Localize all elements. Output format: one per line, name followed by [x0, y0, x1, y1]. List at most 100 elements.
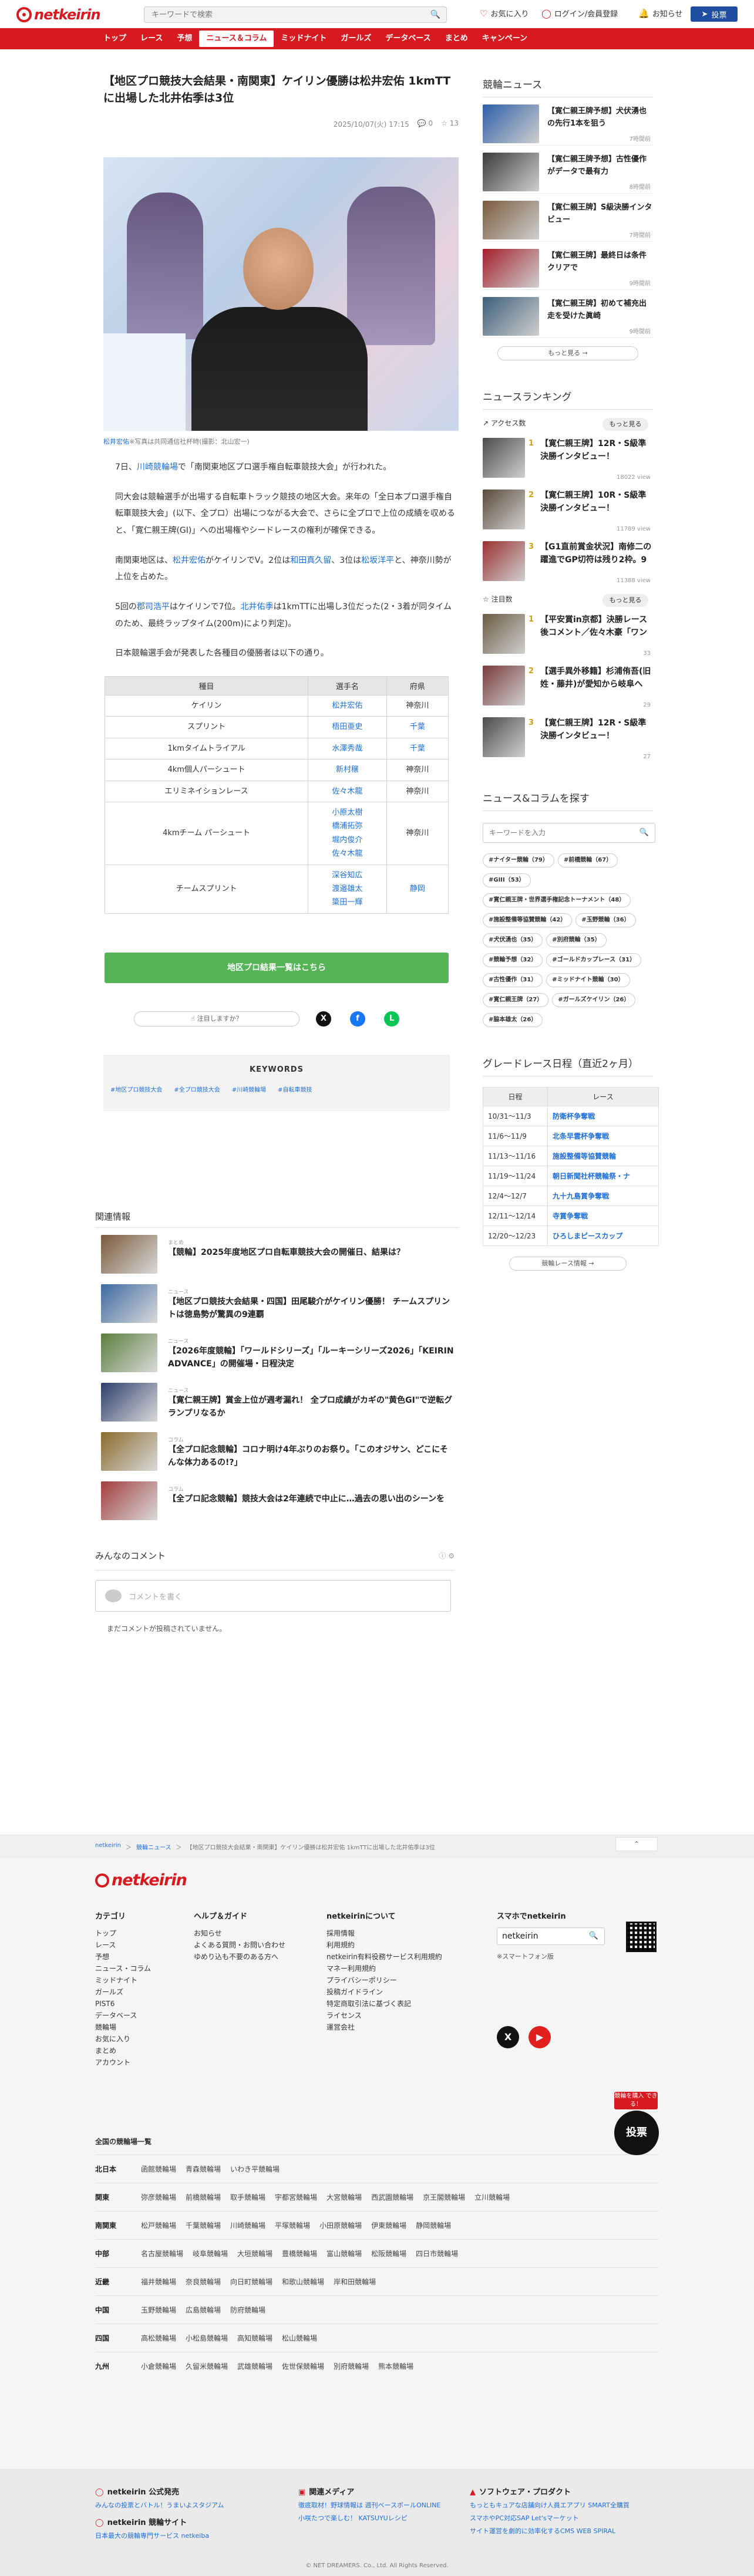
- footer-link[interactable]: アカウント: [95, 2057, 151, 2068]
- rank-item[interactable]: 3 【G1直前賞金状況】南修二の躍進でGP切符は残り2枠。9 11388 view: [483, 534, 653, 586]
- rank-item[interactable]: 1 【寛仁親王牌】12R・S級準決勝インタビュー！ 18022 view: [483, 431, 653, 482]
- tag-chip[interactable]: #ミッドナイト競輪（30）: [546, 973, 630, 987]
- venue-link[interactable]: 福井競輪場: [141, 2277, 176, 2287]
- venue-link[interactable]: 伊東競輪場: [371, 2220, 406, 2230]
- explore-search-input[interactable]: [483, 823, 630, 842]
- link-kawasaki[interactable]: 川崎競輪場: [137, 462, 178, 472]
- related-item[interactable]: ニュース 【2026年度競輪】「ワールドシリーズ」「ルーキーシリーズ2026」「K…: [95, 1328, 459, 1376]
- favorite-button[interactable]: ♡ お気に入り: [480, 8, 529, 19]
- footer-link[interactable]: 特定商取引法に基づく表記: [326, 1998, 442, 2010]
- footer-link[interactable]: ライセンス: [326, 2010, 442, 2021]
- venue-link[interactable]: 静岡競輪場: [416, 2220, 451, 2230]
- footer-link[interactable]: 投稿ガイドライン: [326, 1986, 442, 1998]
- footer-logo[interactable]: netkeirin: [95, 1871, 187, 1889]
- venue-link[interactable]: 宇都宮競輪場: [275, 2192, 317, 2202]
- results-list-button[interactable]: 地区プロ結果一覧はこちら: [105, 952, 449, 983]
- x-share-icon[interactable]: X: [316, 1011, 331, 1027]
- nav-prediction[interactable]: 予想: [170, 28, 199, 49]
- player-link[interactable]: 梧田亜史: [311, 720, 384, 734]
- facebook-share-icon[interactable]: f: [350, 1011, 365, 1027]
- venue-link[interactable]: 高知競輪場: [237, 2333, 272, 2343]
- venue-link[interactable]: 松戸競輪場: [141, 2220, 176, 2230]
- grade-race-link[interactable]: 防衛杯争奪戦: [547, 1106, 659, 1126]
- tag-chip[interactable]: #犬伏湧也（35）: [483, 933, 543, 947]
- footer-link[interactable]: PIST6: [95, 1998, 151, 2010]
- grade-more-button[interactable]: 競輪レース情報 →: [509, 1257, 627, 1271]
- tag-chip[interactable]: #GIII（53）: [483, 873, 531, 887]
- comment-count[interactable]: 💬 0: [418, 119, 433, 129]
- nav-top[interactable]: トップ: [96, 28, 133, 49]
- venue-link[interactable]: 熊本競輪場: [378, 2361, 413, 2371]
- tag-chip[interactable]: #寛仁親王牌（27）: [483, 993, 549, 1007]
- player-link[interactable]: 簗田一輝: [311, 896, 384, 909]
- search-icon[interactable]: 🔍: [639, 828, 649, 837]
- search-icon[interactable]: 🔍: [430, 10, 440, 19]
- pref-cell[interactable]: 千葉: [386, 716, 449, 738]
- tag-chip[interactable]: #寛仁親王牌・世界選手権記念トーナメント（48）: [483, 893, 631, 907]
- grade-race-link[interactable]: 施設整備等協賛競輪: [547, 1146, 659, 1166]
- player-link[interactable]: 新村穣: [311, 763, 384, 776]
- breadcrumb-home[interactable]: netkeirin: [95, 1842, 121, 1851]
- tag-chip[interactable]: #競輪予想（32）: [483, 953, 543, 967]
- venue-link[interactable]: 西武園競輪場: [371, 2192, 413, 2202]
- link-kitai[interactable]: 北井佑季: [241, 602, 274, 612]
- footer-link[interactable]: プライバシーポリシー: [326, 1974, 442, 1986]
- tag-chip[interactable]: #ゴールドカップレース（31）: [546, 953, 642, 967]
- grade-race-link[interactable]: 北条早雲杯争奪戦: [547, 1126, 659, 1146]
- player-link[interactable]: 渡邉雄太: [311, 882, 384, 896]
- venue-link[interactable]: 豊橋競輪場: [282, 2248, 317, 2258]
- venue-link[interactable]: 弥彦競輪場: [141, 2192, 176, 2202]
- keyword-tag[interactable]: #全プロ競技大会: [174, 1085, 220, 1093]
- nav-midnight[interactable]: ミッドナイト: [274, 28, 334, 49]
- access-more-button[interactable]: もっと見る: [602, 418, 648, 431]
- breadcrumb-news[interactable]: 競輪ニュース: [136, 1842, 171, 1851]
- rank-item[interactable]: 2 【選手異外移籍】杉浦侑吾(旧姓・藤井)が愛知から岐阜へ 29: [483, 659, 653, 710]
- player-link[interactable]: 佐々木龍: [311, 847, 384, 860]
- software-link[interactable]: スマホやPC対応SAP Let'sマーケット: [470, 2512, 630, 2525]
- venue-link[interactable]: 青森競輪場: [186, 2164, 221, 2174]
- footer-link[interactable]: 競輪場: [95, 2021, 151, 2033]
- official2-link[interactable]: 日本最大の競輪専門サービス netkeiba: [95, 2530, 224, 2543]
- tag-chip[interactable]: #脇本雄太（26）: [483, 1013, 543, 1027]
- venue-link[interactable]: 防府競輪場: [230, 2305, 265, 2315]
- news-item[interactable]: 【寛仁親王牌】最終日は条件クリアで 9時間前: [483, 242, 653, 290]
- venue-link[interactable]: 京王閣競輪場: [423, 2192, 465, 2202]
- venue-link[interactable]: 平塚競輪場: [275, 2220, 310, 2230]
- related-item[interactable]: ニュース 【寛仁親王牌】賞金上位が週考漏れ！ 全プロ成績がカギの"黄色GI"で逆転…: [95, 1377, 459, 1425]
- venue-link[interactable]: 取手競輪場: [230, 2192, 265, 2202]
- footer-link[interactable]: お知らせ: [194, 1927, 285, 1939]
- venue-link[interactable]: 小田原競輪場: [319, 2220, 362, 2230]
- footer-link[interactable]: よくある質問・お問い合わせ: [194, 1939, 285, 1951]
- venue-link[interactable]: いわき平競輪場: [230, 2164, 280, 2174]
- tag-chip[interactable]: #前橋競輪（67）: [557, 853, 618, 867]
- footer-link[interactable]: まとめ: [95, 2045, 151, 2057]
- link-wada[interactable]: 和田真久留: [290, 556, 331, 565]
- nav-matome[interactable]: まとめ: [438, 28, 475, 49]
- related-item[interactable]: まとめ 【競輪】2025年度地区プロ自転車競技大会の開催日、結果は？: [95, 1229, 459, 1277]
- grade-race-link[interactable]: 九十九島賞争奪戦: [547, 1186, 659, 1206]
- venue-link[interactable]: 別府競輪場: [334, 2361, 369, 2371]
- venue-link[interactable]: 大垣競輪場: [237, 2248, 272, 2258]
- news-item[interactable]: 【寛仁親王牌予想】犬伏湧也の先行1本を狙う 7時間前: [483, 97, 653, 146]
- venue-link[interactable]: 岸和田競輪場: [334, 2277, 376, 2287]
- player-link[interactable]: 松井宏佑: [311, 699, 384, 713]
- nav-race[interactable]: レース: [133, 28, 170, 49]
- link-matsuzaka[interactable]: 松坂洋平: [361, 556, 394, 565]
- grade-race-link[interactable]: 寺賞争奪戦: [547, 1206, 659, 1226]
- player-link[interactable]: 水澤秀哉: [311, 742, 384, 755]
- footer-link[interactable]: ミッドナイト: [95, 1974, 151, 1986]
- tag-chip[interactable]: #別府競輪（35）: [546, 933, 607, 947]
- grade-race-link[interactable]: 朝日新聞社杯競輪祭・ナ: [547, 1166, 659, 1186]
- venue-link[interactable]: 和歌山競輪場: [282, 2277, 324, 2287]
- venue-link[interactable]: 広島競輪場: [186, 2305, 221, 2315]
- rank-item[interactable]: 2 【寛仁親王牌】10R・S級準決勝インタビュー！ 11789 view: [483, 482, 653, 534]
- venue-link[interactable]: 武雄競輪場: [237, 2361, 272, 2371]
- footer-link[interactable]: データベース: [95, 2010, 151, 2021]
- footer-link[interactable]: 運営会社: [326, 2021, 442, 2033]
- attention-more-button[interactable]: もっと見る: [602, 594, 648, 607]
- pref-cell[interactable]: 静岡: [386, 864, 449, 914]
- footer-link[interactable]: お気に入り: [95, 2033, 151, 2045]
- news-item[interactable]: 【寛仁親王牌】初めて補充出走を受けた眞崎 9時間前: [483, 290, 653, 338]
- venue-link[interactable]: 松山競輪場: [282, 2333, 317, 2343]
- footer-link[interactable]: 利用規約: [326, 1939, 442, 1951]
